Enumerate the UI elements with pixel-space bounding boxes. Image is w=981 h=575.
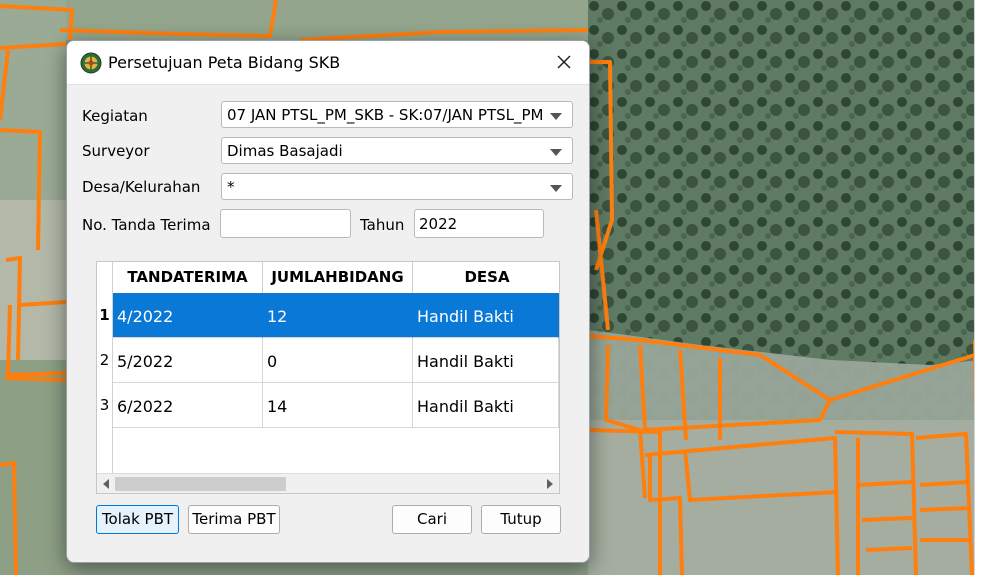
cell-tandaterima[interactable]: 4/2022 xyxy=(113,293,263,338)
cell-desa[interactable]: Handil Bakti xyxy=(413,383,559,428)
terima-pbt-button[interactable]: Terima PBT xyxy=(188,505,280,534)
tahun-label: Tahun xyxy=(360,216,405,234)
surveyor-label: Surveyor xyxy=(82,142,150,160)
table-header: TANDATERIMA JUMLAHBIDANG DESA xyxy=(97,262,559,294)
surveyor-value: Dimas Basajadi xyxy=(227,142,343,160)
cell-tandaterima[interactable]: 6/2022 xyxy=(113,383,263,428)
column-header-desa[interactable]: DESA xyxy=(413,262,559,293)
horizontal-scrollbar[interactable] xyxy=(97,473,559,493)
kegiatan-value: 07 JAN PTSL_PM_SKB - SK:07/JAN PTSL_PM xyxy=(227,106,544,124)
cell-tandaterima[interactable]: 5/2022 xyxy=(113,338,263,383)
map-edge xyxy=(974,0,981,575)
scrollbar-thumb[interactable] xyxy=(115,477,286,491)
cell-jumlahbidang[interactable]: 0 xyxy=(263,338,413,383)
row-header-filler xyxy=(97,428,113,473)
tolak-pbt-button[interactable]: Tolak PBT xyxy=(96,505,179,534)
corner-header[interactable] xyxy=(97,262,113,293)
desa-label: Desa/Kelurahan xyxy=(82,178,201,196)
scroll-left-icon[interactable] xyxy=(103,479,109,489)
column-header-jumlahbidang[interactable]: JUMLAHBIDANG xyxy=(263,262,413,293)
row-number[interactable]: 2 xyxy=(97,338,113,383)
chevron-down-icon xyxy=(550,113,562,120)
persetujuan-dialog: Persetujuan Peta Bidang SKB Kegiatan 07 … xyxy=(66,40,590,563)
tutup-button[interactable]: Tutup xyxy=(481,505,561,534)
cell-jumlahbidang[interactable]: 14 xyxy=(263,383,413,428)
scroll-right-icon[interactable] xyxy=(547,479,553,489)
table-row[interactable]: 1 4/2022 12 Handil Bakti xyxy=(97,293,559,338)
table-row[interactable]: 3 6/2022 14 Handil Bakti xyxy=(97,383,559,428)
bpn-logo-icon xyxy=(80,52,102,74)
close-button[interactable] xyxy=(545,47,583,77)
desa-select[interactable]: * xyxy=(221,173,573,200)
tanda-terima-label: No. Tanda Terima xyxy=(82,216,211,234)
dialog-titlebar[interactable]: Persetujuan Peta Bidang SKB xyxy=(67,41,589,85)
cari-button[interactable]: Cari xyxy=(392,505,472,534)
column-header-tandaterima[interactable]: TANDATERIMA xyxy=(113,262,263,293)
cell-desa[interactable]: Handil Bakti xyxy=(413,293,559,338)
chevron-down-icon xyxy=(550,149,562,156)
tanda-terima-input[interactable] xyxy=(221,210,350,237)
kegiatan-select[interactable]: 07 JAN PTSL_PM_SKB - SK:07/JAN PTSL_PM xyxy=(221,101,573,128)
tanda-terima-field[interactable] xyxy=(220,209,351,238)
kegiatan-label: Kegiatan xyxy=(82,107,148,125)
results-table[interactable]: TANDATERIMA JUMLAHBIDANG DESA 1 4/2022 1… xyxy=(96,261,560,494)
row-number[interactable]: 1 xyxy=(97,293,113,338)
cell-desa[interactable]: Handil Bakti xyxy=(413,338,559,383)
close-icon xyxy=(557,55,571,69)
tahun-input[interactable] xyxy=(415,210,543,237)
row-number[interactable]: 3 xyxy=(97,383,113,428)
chevron-down-icon xyxy=(550,185,562,192)
tahun-field[interactable] xyxy=(414,209,544,238)
table-row[interactable]: 2 5/2022 0 Handil Bakti xyxy=(97,338,559,383)
cell-jumlahbidang[interactable]: 12 xyxy=(263,293,413,338)
dialog-title: Persetujuan Peta Bidang SKB xyxy=(108,53,341,72)
desa-value: * xyxy=(227,178,235,196)
surveyor-select[interactable]: Dimas Basajadi xyxy=(221,137,573,164)
